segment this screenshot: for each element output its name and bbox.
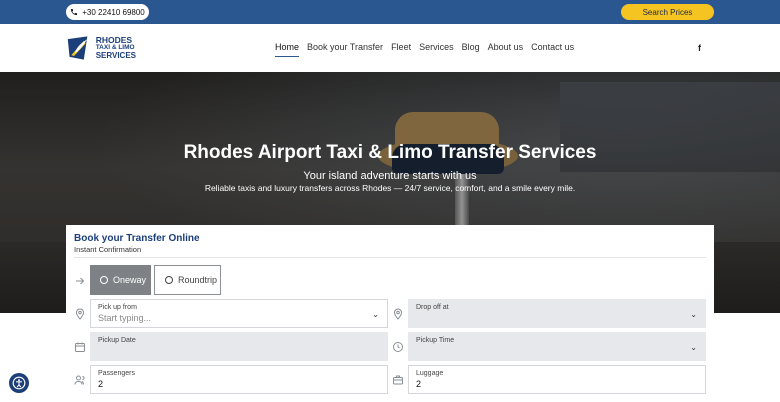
trip-oneway-label: Oneway [113,275,147,285]
luggage-icon [392,373,406,387]
nav-item-services[interactable]: Services [419,42,454,57]
nav-item-home[interactable]: Home [275,42,300,57]
chevron-down-icon: ⌄ [372,310,379,319]
logo-line-3: SERVICES [95,51,136,60]
dropoff-location-field[interactable]: Drop off at ⌄ [408,299,706,328]
pickup-location-label: Pick up from [98,304,137,311]
radio-icon [100,276,108,284]
luggage-label: Luggage [416,370,444,377]
booking-divider [74,257,706,258]
users-icon [74,373,88,387]
logo-line-1: RHODES [95,35,133,45]
passengers-value: 2 [98,379,104,389]
arrow-right-icon [74,274,88,288]
hero-description: Reliable taxis and luxury transfers acro… [204,183,576,193]
chevron-down-icon: ⌄ [690,310,697,319]
main-menu: Home Book your Transfer Fleet Services B… [275,42,574,57]
location-pin-icon [74,307,88,321]
logo-wordmark: RHODES TAXI & LIMO SERVICES [96,36,136,60]
nav-item-book-your-transfer[interactable]: Book your Transfer [307,42,383,57]
booking-title: Book your Transfer Online [74,233,200,244]
nav-item-contact-us[interactable]: Contact us [531,42,574,57]
pickup-time-label: Pickup Time [416,337,455,344]
nav-item-fleet[interactable]: Fleet [391,42,411,57]
booking-subtitle: Instant Confirmation [74,245,142,254]
pickup-date-label: Pickup Date [98,337,136,344]
trip-roundtrip-option[interactable]: Roundtrip [154,265,221,295]
location-pin-icon [392,307,406,321]
luggage-value: 2 [416,379,422,389]
search-prices-button[interactable]: Search Prices [621,4,714,20]
trip-oneway-option[interactable]: Oneway [90,265,151,295]
passengers-label: Passengers [98,370,135,377]
booking-form: Book your Transfer Online Instant Confir… [66,225,714,402]
chevron-down-icon: ⌄ [690,343,697,352]
passengers-field[interactable]: Passengers 2 [90,365,388,394]
accessibility-button[interactable] [9,373,29,393]
pickup-time-field[interactable]: Pickup Time ⌄ [408,332,706,361]
pickup-date-field[interactable]: Pickup Date [90,332,388,361]
calendar-icon [74,340,88,354]
accessibility-icon [12,376,26,390]
hero-title: Rhodes Airport Taxi & Limo Transfer Serv… [183,142,597,163]
phone-icon [71,9,78,15]
trip-roundtrip-label: Roundtrip [178,275,218,285]
nav-item-about-us[interactable]: About us [488,42,524,57]
facebook-icon[interactable]: f [698,43,701,53]
site-logo[interactable]: RHODES TAXI & LIMO SERVICES [66,34,136,62]
dropoff-location-label: Drop off at [416,304,449,311]
phone-number: +30 22410 69800 [82,7,145,17]
phone-link[interactable]: +30 22410 69800 [66,4,149,20]
clock-icon [392,340,406,354]
nav-item-blog[interactable]: Blog [462,42,480,57]
pickup-location-placeholder: Start typing... [98,313,152,323]
radio-icon [165,276,173,284]
pickup-location-field[interactable]: Pick up from Start typing... ⌄ [90,299,388,328]
top-bar: +30 22410 69800 Search Prices [0,0,780,24]
luggage-field[interactable]: Luggage 2 [408,365,706,394]
logo-emblem-icon [67,36,88,60]
hero-subtitle: Your island adventure starts with us [303,170,477,182]
